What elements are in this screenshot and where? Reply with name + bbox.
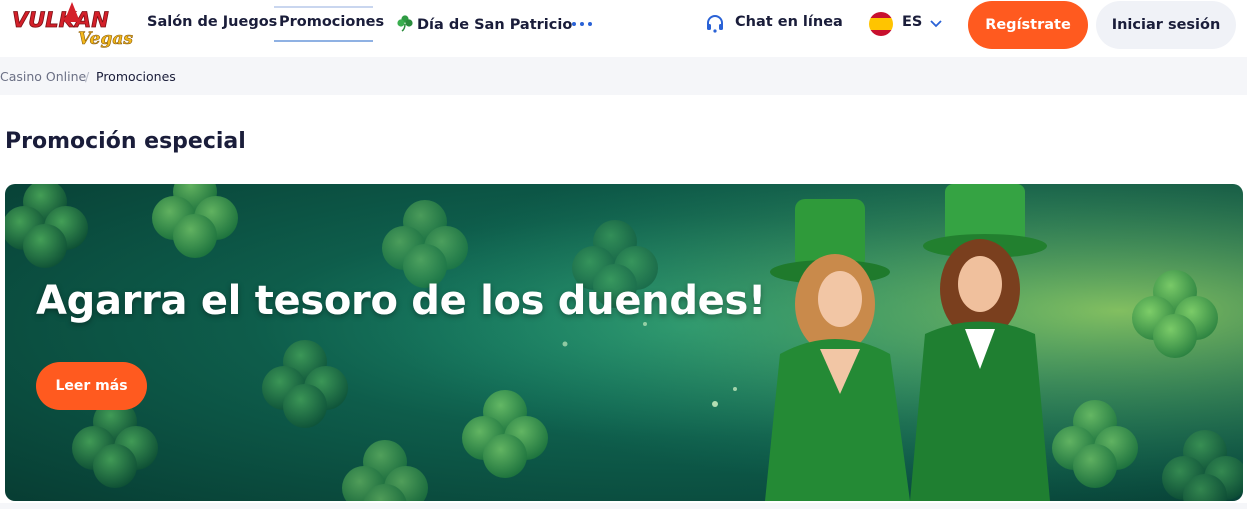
chat-online-link[interactable]: Chat en línea: [735, 14, 843, 30]
language-code[interactable]: ES: [902, 14, 922, 30]
promo-banner[interactable]: Agarra el tesoro de los duendes! Leer má…: [5, 184, 1243, 501]
breadcrumb: Casino Online / Promociones: [0, 57, 1247, 95]
clover-icon: [397, 15, 413, 32]
breadcrumb-home-link[interactable]: Casino Online: [0, 69, 86, 84]
login-button[interactable]: Iniciar sesión: [1096, 1, 1236, 49]
nav-active-indicator: [274, 40, 373, 42]
page-title: Promoción especial: [5, 129, 246, 154]
chevron-down-icon[interactable]: [929, 16, 943, 30]
banner-headline: Agarra el tesoro de los duendes!: [36, 278, 766, 324]
breadcrumb-current: Promociones: [96, 69, 176, 84]
nav-active-indicator-top: [274, 6, 373, 8]
headset-icon: [707, 15, 723, 33]
read-more-button[interactable]: Leer más: [36, 362, 147, 410]
more-menu-icon[interactable]: [571, 16, 593, 32]
nav-dia-de-san-patricio[interactable]: Día de San Patricio: [396, 14, 572, 33]
svg-text:Vegas: Vegas: [78, 29, 133, 49]
spain-flag-icon[interactable]: [869, 12, 893, 36]
page-bottom-edge: [0, 503, 1247, 509]
nav-dia-de-san-patricio-label: Día de San Patricio: [417, 17, 573, 33]
vulkan-vegas-logo[interactable]: VULKAN Vegas: [10, 0, 135, 52]
breadcrumb-separator: /: [85, 69, 90, 84]
nav-promociones[interactable]: Promociones: [275, 14, 388, 30]
register-button[interactable]: Regístrate: [968, 1, 1088, 49]
site-header: VULKAN Vegas Salón de Juegos Promociones…: [0, 0, 1247, 56]
nav-salon-de-juegos[interactable]: Salón de Juegos: [147, 14, 277, 30]
banner-artwork: [5, 184, 1243, 501]
